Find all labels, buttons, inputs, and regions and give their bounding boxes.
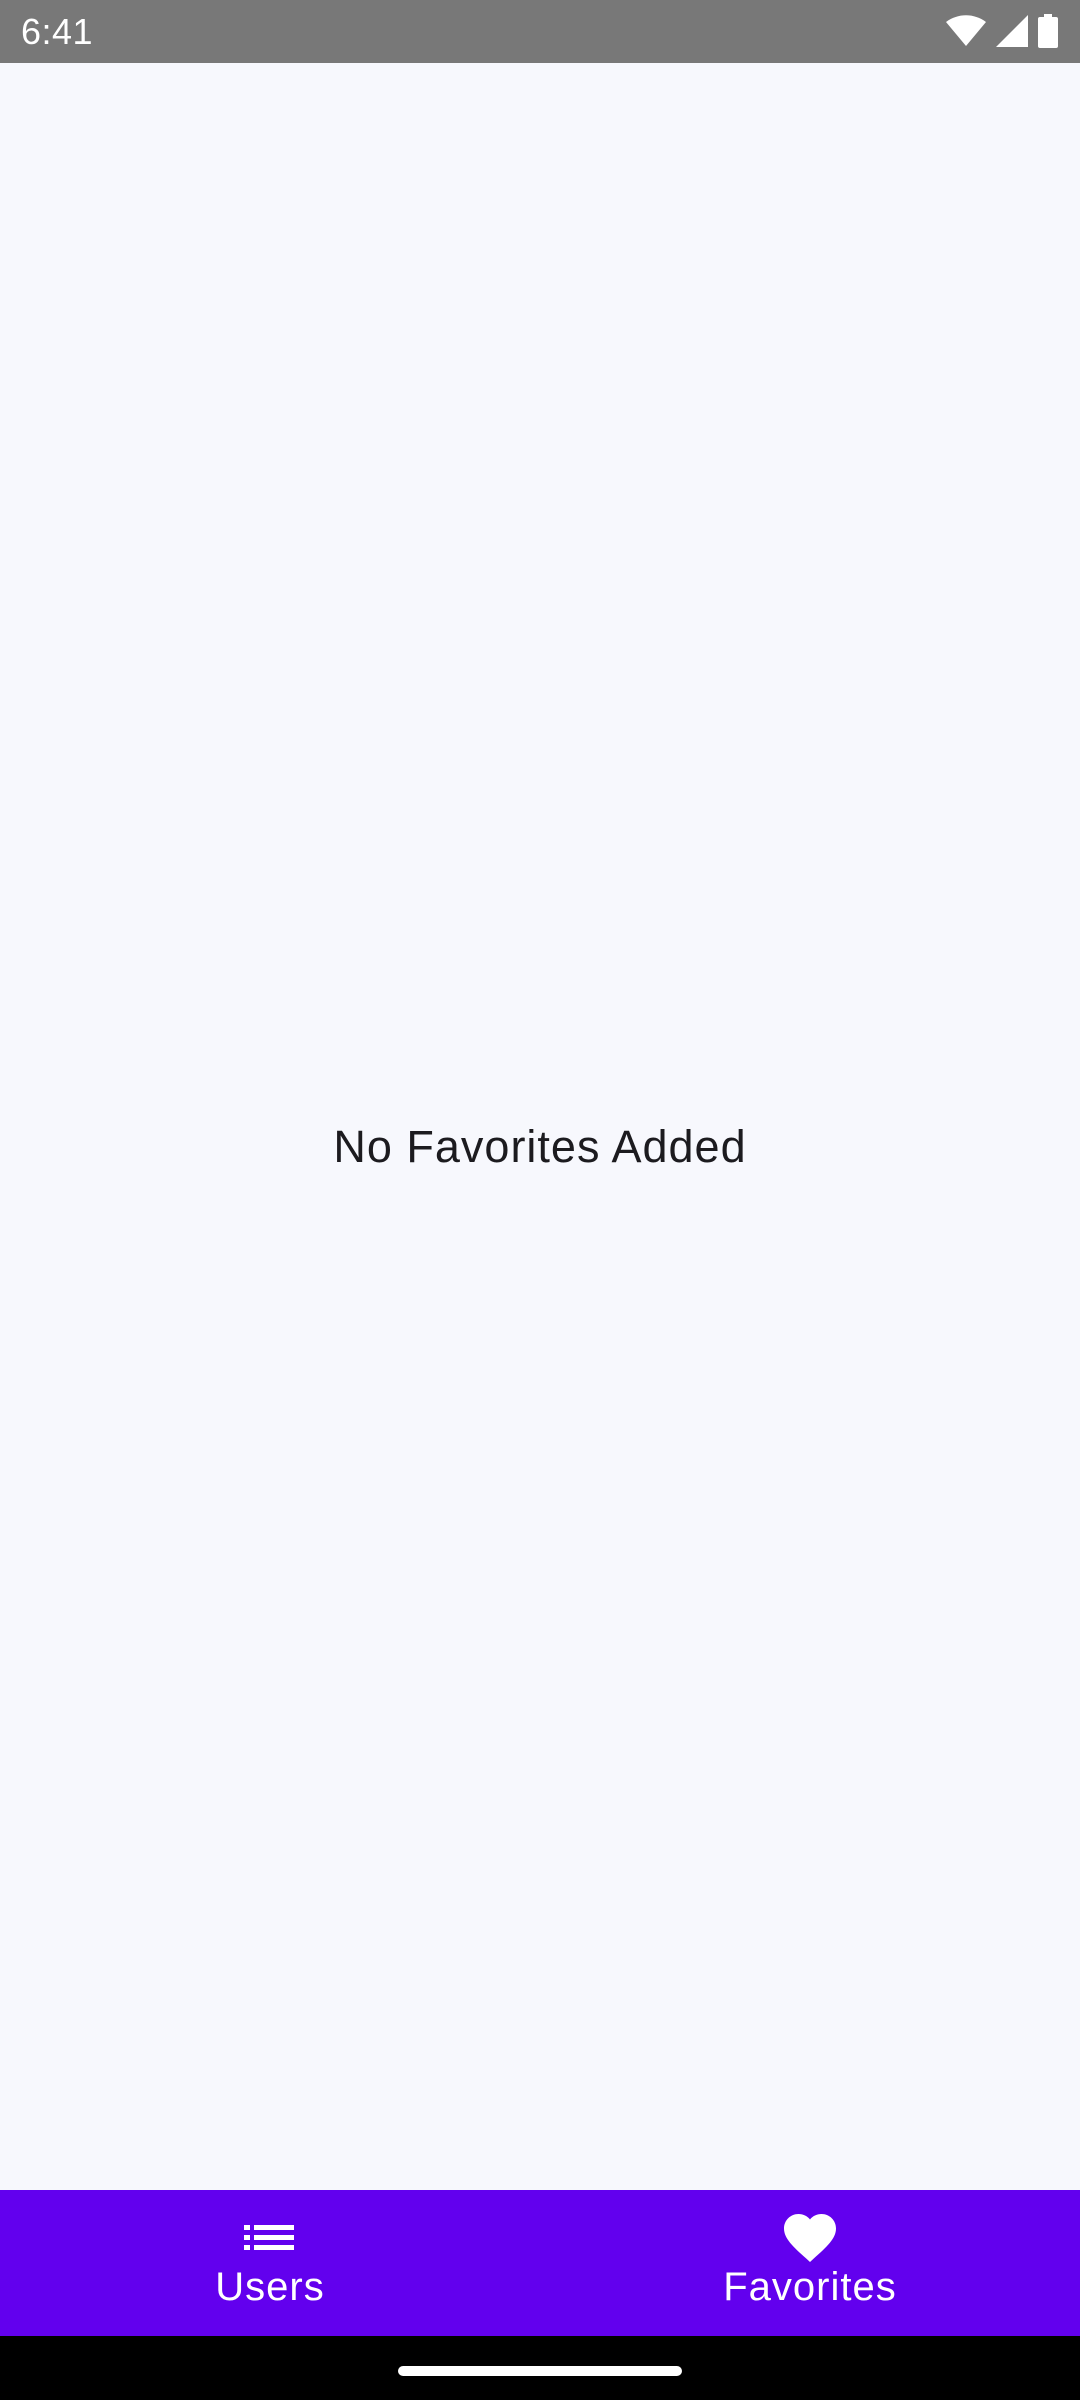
bottom-navigation: Users Favorites	[0, 2190, 1080, 2336]
nav-label-users: Users	[215, 2265, 325, 2309]
nav-item-favorites[interactable]: Favorites	[540, 2190, 1080, 2336]
gesture-navigation-bar	[0, 2336, 1080, 2400]
status-bar: 6:41	[0, 0, 1080, 63]
favorites-screen: No Favorites Added	[0, 63, 1080, 2190]
home-gesture-handle[interactable]	[398, 2366, 682, 2376]
heart-icon	[782, 2212, 838, 2264]
battery-icon	[1038, 14, 1058, 48]
empty-state-message: No Favorites Added	[333, 1121, 747, 1172]
status-time: 6:41	[21, 11, 94, 52]
nav-item-users[interactable]: Users	[0, 2190, 540, 2336]
nav-label-favorites: Favorites	[723, 2265, 897, 2309]
status-icons	[946, 14, 1058, 48]
list-icon	[242, 2212, 298, 2264]
cellular-signal-icon	[996, 15, 1028, 47]
wifi-icon	[946, 15, 986, 47]
